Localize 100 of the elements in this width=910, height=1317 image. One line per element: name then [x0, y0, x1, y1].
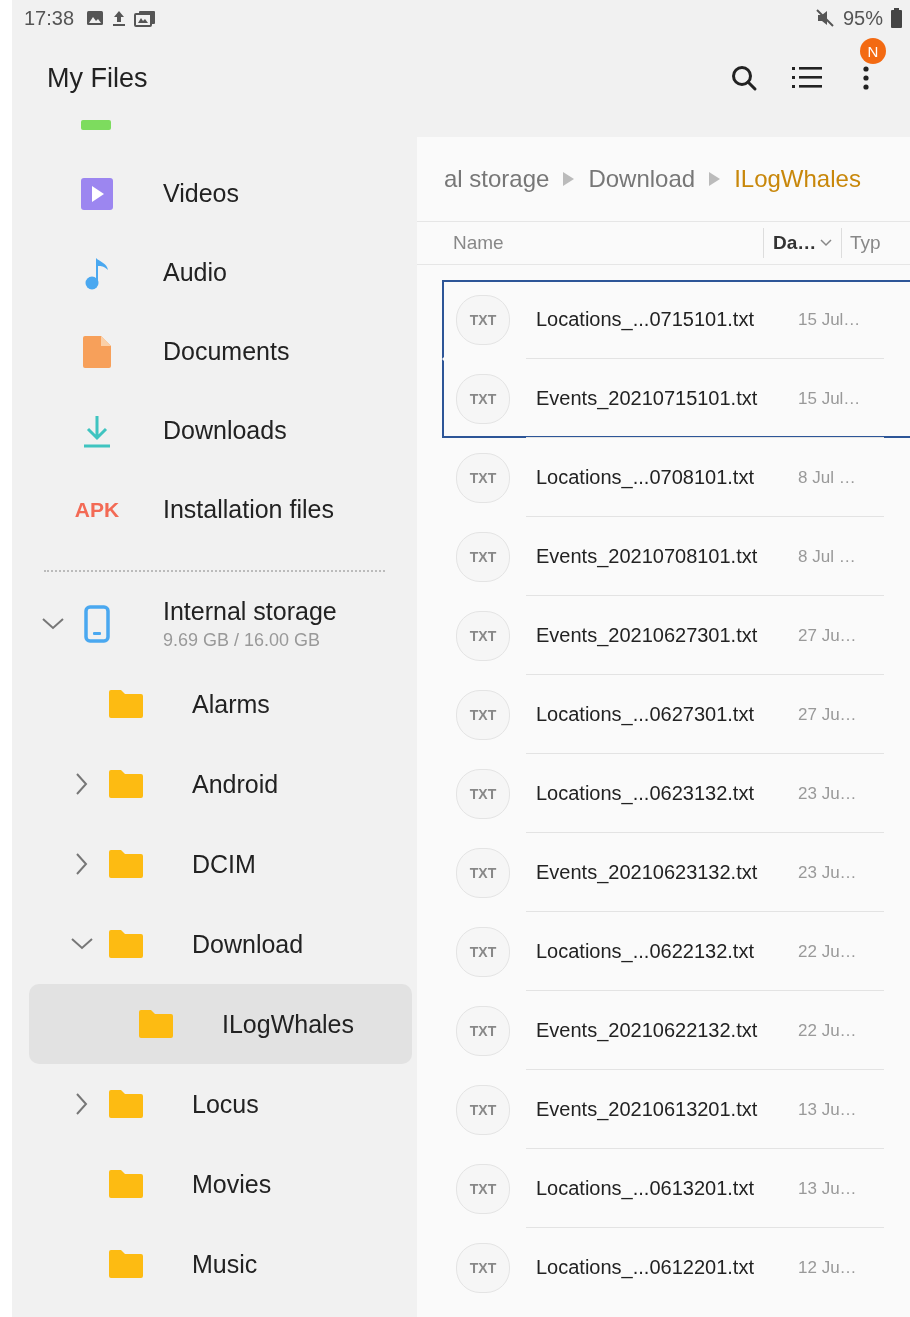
folder-item[interactable]: Music — [29, 1224, 412, 1304]
status-time: 17:38 — [24, 6, 75, 30]
triangle-right-icon — [563, 172, 575, 186]
file-row[interactable]: TXT Events_20210715101.txt 15 Jul… — [442, 359, 910, 438]
category-item[interactable]: APK Installation files — [12, 470, 417, 549]
text-file-icon: TXT — [456, 610, 510, 661]
video-icon — [81, 177, 113, 210]
folder-icon — [109, 690, 143, 718]
file-row[interactable]: TXT Locations_...0627301.txt 27 Ju… — [442, 675, 910, 754]
file-date: 15 Jul… — [798, 388, 861, 409]
file-name: Locations_...0613201.txt — [536, 1177, 755, 1200]
file-row[interactable]: TXT Locations_...0708101.txt 8 Jul … — [442, 438, 910, 517]
list-view-icon[interactable] — [792, 65, 822, 91]
text-file-icon: TXT — [456, 1163, 510, 1214]
chevron-right-icon[interactable] — [76, 1093, 88, 1115]
text-file-icon: TXT — [456, 452, 510, 503]
breadcrumb-item[interactable]: al storage — [444, 165, 550, 193]
folder-item[interactable]: DCIM — [29, 824, 412, 904]
document-icon — [83, 335, 111, 368]
search-icon[interactable] — [730, 64, 758, 92]
file-name: Locations_...0627301.txt — [536, 703, 755, 726]
app-title: My Files — [47, 62, 148, 94]
folder-icon — [109, 850, 143, 878]
folder-item[interactable]: Download — [29, 904, 412, 984]
file-row[interactable]: TXT Locations_...0622132.txt 22 Ju… — [442, 912, 910, 991]
text-file-icon: TXT — [456, 373, 510, 424]
folder-item[interactable]: Movies — [29, 1144, 412, 1224]
text-file-icon: TXT — [456, 531, 510, 582]
file-row[interactable]: TXT Events_20210613201.txt 13 Ju… — [442, 1070, 910, 1149]
text-file-icon: TXT — [456, 1005, 510, 1056]
file-date: 27 Ju… — [798, 625, 857, 646]
file-date: 15 Jul… — [798, 309, 861, 330]
storage-item[interactable]: Internal storage 9.69 GB / 16.00 GB — [12, 584, 417, 664]
file-row[interactable]: TXT Locations_...0623132.txt 23 Ju… — [442, 754, 910, 833]
file-row[interactable]: TXT Events_20210708101.txt 8 Jul … — [442, 517, 910, 596]
text-file-icon: TXT — [456, 1242, 510, 1293]
upload-icon — [112, 9, 127, 27]
text-file-icon: TXT — [456, 926, 510, 977]
chevron-right-icon[interactable] — [76, 773, 88, 795]
text-file-icon: TXT — [456, 1084, 510, 1135]
file-name: Events_20210627301.txt — [536, 624, 759, 647]
file-name: Events_20210715101.txt — [536, 387, 759, 410]
file-row[interactable]: TXT Locations_...0613201.txt 13 Ju… — [442, 1149, 910, 1228]
chevron-down-icon[interactable] — [71, 938, 93, 950]
file-date: 27 Ju… — [798, 704, 857, 725]
breadcrumb-item[interactable]: Download — [588, 165, 696, 193]
storage-usage: 9.69 GB / 16.00 GB — [163, 630, 322, 651]
folder-icon — [109, 930, 143, 958]
file-name: Locations_...0622132.txt — [536, 940, 755, 963]
file-row[interactable]: TXT Events_20210623132.txt 23 Ju… — [442, 833, 910, 912]
chevron-down-icon — [820, 239, 833, 247]
text-file-icon: TXT — [456, 847, 510, 898]
file-date: 22 Ju… — [798, 1020, 857, 1041]
file-name: Locations_...0623132.txt — [536, 782, 755, 805]
more-options-icon[interactable] — [862, 64, 870, 92]
gallery-icon — [134, 9, 157, 27]
file-row[interactable]: TXT Events_20210622132.txt 22 Ju… — [442, 991, 910, 1070]
category-item[interactable]: Documents — [12, 312, 417, 391]
download-icon — [83, 413, 111, 448]
file-name: Events_20210613201.txt — [536, 1098, 759, 1121]
category-item[interactable]: Videos — [12, 154, 417, 233]
folder-icon — [139, 1010, 173, 1038]
folder-icon — [109, 1170, 143, 1198]
mute-icon — [814, 8, 835, 28]
file-name: Events_20210708101.txt — [536, 545, 759, 568]
folder-item[interactable]: Locus — [29, 1064, 412, 1144]
battery-percentage: 95% — [842, 6, 883, 30]
folder-item[interactable]: Android — [29, 744, 412, 824]
file-name: Locations_...0612201.txt — [536, 1256, 755, 1279]
file-name: Events_20210622132.txt — [536, 1019, 759, 1042]
file-date: 13 Ju… — [798, 1178, 857, 1199]
file-date: 8 Jul … — [798, 546, 856, 567]
file-date: 8 Jul … — [798, 467, 856, 488]
file-name: Events_20210623132.txt — [536, 861, 759, 884]
folder-icon — [109, 770, 143, 798]
file-row[interactable]: TXT Locations_...0612201.txt 12 Ju… — [442, 1228, 910, 1307]
file-name: Locations_...0715101.txt — [536, 308, 755, 331]
text-file-icon: TXT — [456, 294, 510, 345]
file-name: Locations_...0708101.txt — [536, 466, 755, 489]
notification-badge: N — [860, 38, 886, 64]
file-date: 12 Ju… — [798, 1257, 857, 1278]
triangle-right-icon — [709, 172, 721, 186]
folder-item[interactable]: Alarms — [29, 664, 412, 744]
file-date: 23 Ju… — [798, 783, 857, 804]
chevron-down-icon[interactable] — [42, 618, 64, 630]
apk-icon: APK — [74, 497, 120, 522]
chevron-right-icon[interactable] — [76, 853, 88, 875]
file-date: 13 Ju… — [798, 1099, 857, 1120]
category-item[interactable]: Downloads — [12, 391, 417, 470]
phone-icon — [84, 605, 110, 643]
column-header[interactable]: Da… — [763, 228, 841, 258]
file-row[interactable]: TXT Locations_...0715101.txt 15 Jul… — [442, 280, 910, 359]
folder-icon — [109, 1090, 143, 1118]
file-date: 22 Ju… — [798, 941, 857, 962]
category-item[interactable]: Audio — [12, 233, 417, 312]
text-file-icon: TXT — [456, 689, 510, 740]
file-row[interactable]: TXT Events_20210627301.txt 27 Ju… — [442, 596, 910, 675]
folder-item[interactable]: ILogWhales — [29, 984, 412, 1064]
file-date: 23 Ju… — [798, 862, 857, 883]
music-note-icon — [84, 255, 110, 290]
